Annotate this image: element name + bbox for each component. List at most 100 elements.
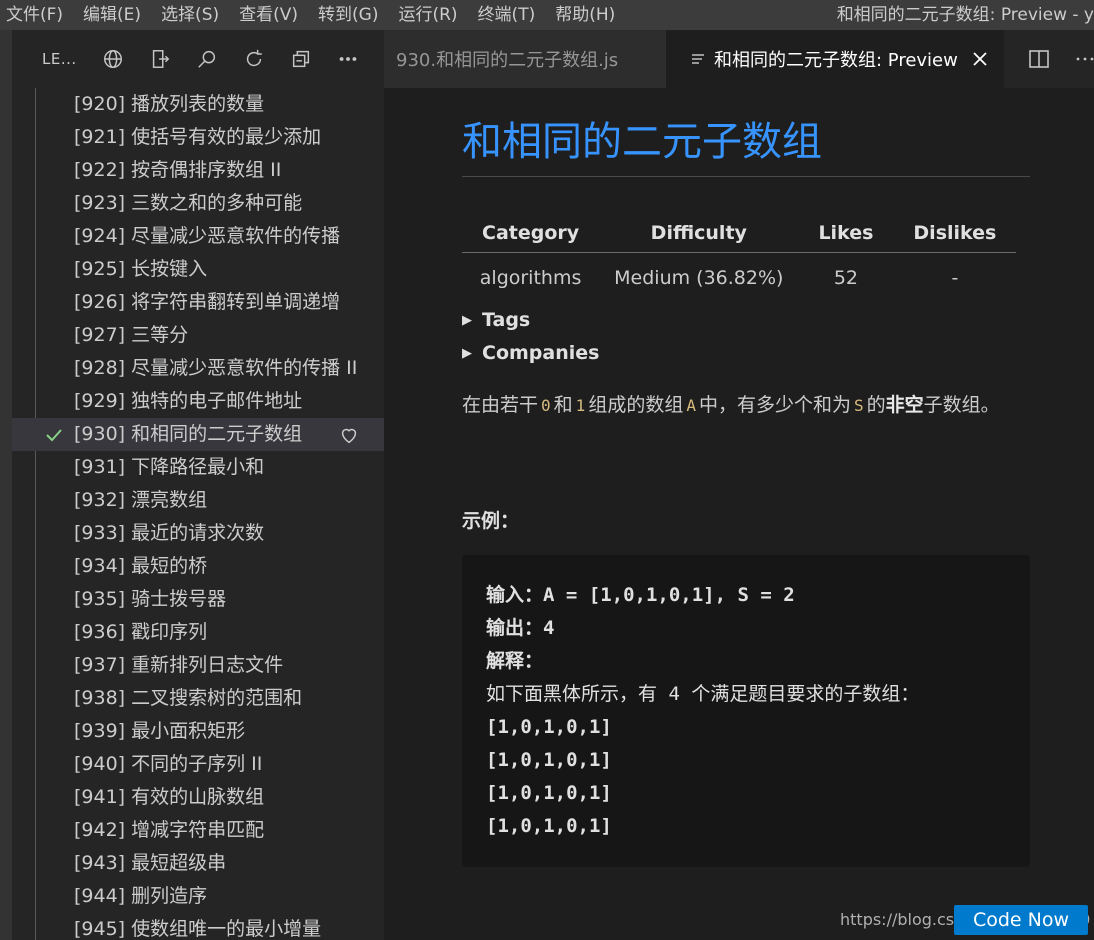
- list-item-label: [927] 三等分: [74, 324, 189, 346]
- menu-view[interactable]: 查看(V): [231, 0, 310, 30]
- menu-file[interactable]: 文件(F): [0, 0, 75, 30]
- preview-icon: [690, 51, 706, 67]
- list-item[interactable]: [941] 有效的山脉数组: [12, 781, 384, 814]
- tab-bar: 930.和相同的二元子数组.js 和相同的二元子数组: Preview: [384, 30, 1094, 88]
- code-now-button[interactable]: Code Now: [954, 905, 1088, 935]
- list-item-label: [925] 长按键入: [74, 258, 208, 280]
- globe-icon[interactable]: [101, 47, 125, 71]
- triangle-right-icon: ▶: [462, 346, 472, 361]
- list-item[interactable]: [932] 漂亮数组: [12, 484, 384, 517]
- code-line: 输入：A = [1,0,1,0,1], S = 2: [486, 584, 795, 606]
- list-item[interactable]: [926] 将字符串翻转到单调递增: [12, 286, 384, 319]
- refresh-icon[interactable]: [242, 47, 266, 71]
- close-icon[interactable]: [970, 49, 990, 69]
- list-item[interactable]: [924] 尽量减少恶意软件的传播: [12, 220, 384, 253]
- tab-js-file[interactable]: 930.和相同的二元子数组.js: [384, 30, 666, 88]
- list-item[interactable]: [937] 重新排列日志文件: [12, 649, 384, 682]
- tab-js-file-label: 930.和相同的二元子数组.js: [396, 50, 619, 71]
- list-item-label: [922] 按奇偶排序数组 II: [74, 159, 282, 181]
- desc-text: 组成的数组: [588, 394, 684, 416]
- sign-in-icon[interactable]: [148, 47, 172, 71]
- header-likes: Likes: [798, 214, 894, 253]
- desc-text: 和: [553, 394, 573, 416]
- more-icon[interactable]: [336, 47, 360, 71]
- search-icon[interactable]: [195, 47, 219, 71]
- code-line: [1,0,1,0,1]: [486, 815, 612, 837]
- check-icon: [44, 418, 64, 451]
- code-line: [1,0,1,0,1]: [486, 716, 612, 738]
- page-title: 和相同的二元子数组: [462, 116, 1030, 177]
- companies-label: Companies: [482, 342, 600, 364]
- desc-text: 中，有多少个和为: [698, 394, 851, 416]
- triangle-right-icon: ▶: [462, 313, 472, 328]
- list-item-label: [934] 最短的桥: [74, 555, 208, 577]
- list-item-label: [938] 二叉搜索树的范围和: [74, 687, 303, 709]
- tab-preview[interactable]: 和相同的二元子数组: Preview: [666, 30, 1004, 88]
- list-item[interactable]: [936] 戳印序列: [12, 616, 384, 649]
- list-item[interactable]: [927] 三等分: [12, 319, 384, 352]
- inline-code: A: [686, 396, 696, 415]
- list-item[interactable]: [945] 使数组唯一的最小增量: [12, 913, 384, 940]
- menu-run[interactable]: 运行(R): [390, 0, 469, 30]
- code-line: 如下面黑体所示，有 4 个满足题目要求的子数组：: [486, 683, 920, 705]
- desc-text: 子数组。: [923, 394, 1000, 416]
- problem-list: [920] 播放列表的数量 [921] 使括号有效的最少添加 [922] 按奇偶排序…: [12, 88, 384, 940]
- cell-category: algorithms: [479, 267, 582, 290]
- sidebar-header: LE...: [12, 30, 384, 88]
- list-item[interactable]: [929] 独特的电子邮件地址: [12, 385, 384, 418]
- menu-terminal[interactable]: 终端(T): [470, 0, 548, 30]
- list-item[interactable]: [935] 骑士拨号器: [12, 583, 384, 616]
- menu-help[interactable]: 帮助(H): [547, 0, 627, 30]
- list-item[interactable]: [943] 最短超级串: [12, 847, 384, 880]
- list-item[interactable]: [940] 不同的子序列 II: [12, 748, 384, 781]
- menu-go[interactable]: 转到(G): [310, 0, 390, 30]
- inline-code: 1: [575, 396, 586, 415]
- menu-edit[interactable]: 编辑(E): [75, 0, 153, 30]
- heart-icon[interactable]: [338, 418, 360, 451]
- cell-likes: 52: [833, 267, 859, 290]
- activity-bar: [0, 30, 12, 940]
- collapse-all-icon[interactable]: [289, 47, 313, 71]
- list-item[interactable]: [933] 最近的请求次数: [12, 517, 384, 550]
- list-item[interactable]: [930] 和相同的二元子数组: [12, 418, 384, 451]
- problem-meta-table: Category Difficulty Likes Dislikes algor…: [462, 214, 1017, 304]
- list-item[interactable]: [922] 按奇偶排序数组 II: [12, 154, 384, 187]
- tags-toggle[interactable]: ▶ Tags: [462, 304, 1030, 337]
- list-item[interactable]: [931] 下降路径最小和: [12, 451, 384, 484]
- preview-content: 和相同的二元子数组 Category Difficulty Likes Disl…: [462, 88, 1030, 867]
- list-item[interactable]: [939] 最小面积矩形: [12, 715, 384, 748]
- code-line: [1,0,1,0,1]: [486, 749, 612, 771]
- list-item[interactable]: [938] 二叉搜索树的范围和: [12, 682, 384, 715]
- code-line: 输出：4: [486, 617, 555, 639]
- list-item[interactable]: [925] 长按键入: [12, 253, 384, 286]
- list-item-label: [921] 使括号有效的最少添加: [74, 126, 322, 148]
- list-item[interactable]: [942] 增减字符串匹配: [12, 814, 384, 847]
- list-item[interactable]: [920] 播放列表的数量: [12, 88, 384, 121]
- list-item[interactable]: [923] 三数之和的多种可能: [12, 187, 384, 220]
- desc-text: 的: [866, 394, 886, 416]
- desc-bold: 非空: [885, 394, 924, 416]
- list-item-label: [935] 骑士拨号器: [74, 588, 227, 610]
- code-line: [1,0,1,0,1]: [486, 782, 612, 804]
- menu-selection[interactable]: 选择(S): [153, 0, 231, 30]
- companies-toggle[interactable]: ▶ Companies: [462, 337, 1030, 370]
- list-item[interactable]: [944] 删列造序: [12, 880, 384, 913]
- header-category: Category: [462, 214, 600, 253]
- sidebar: LE... [920] 播放列表的数量 [921] 使括号有效的最少添加 [922]…: [12, 30, 384, 940]
- desc-text: 在由若干: [462, 394, 539, 416]
- split-editor-icon[interactable]: [1028, 47, 1050, 71]
- list-item[interactable]: [928] 尽量减少恶意软件的传播 II: [12, 352, 384, 385]
- list-item-label: [945] 使数组唯一的最小增量: [74, 918, 322, 940]
- list-item-label: [923] 三数之和的多种可能: [74, 192, 303, 214]
- window-title: 和相同的二元子数组: Preview - y: [836, 5, 1094, 25]
- list-item[interactable]: [921] 使括号有效的最少添加: [12, 121, 384, 154]
- inline-code: 0: [541, 396, 551, 415]
- list-item[interactable]: [934] 最短的桥: [12, 550, 384, 583]
- editor-actions: [1004, 30, 1094, 88]
- header-difficulty: Difficulty: [599, 214, 799, 253]
- example-code-block: 输入：A = [1,0,1,0,1], S = 2 输出：4 解释： 如下面黑体…: [462, 555, 1030, 867]
- list-item-label: [942] 增减字符串匹配: [74, 819, 265, 841]
- code-line: 解释：: [486, 650, 544, 672]
- cell-difficulty: Medium (36.82%): [614, 267, 784, 290]
- more-actions-icon[interactable]: [1074, 47, 1094, 71]
